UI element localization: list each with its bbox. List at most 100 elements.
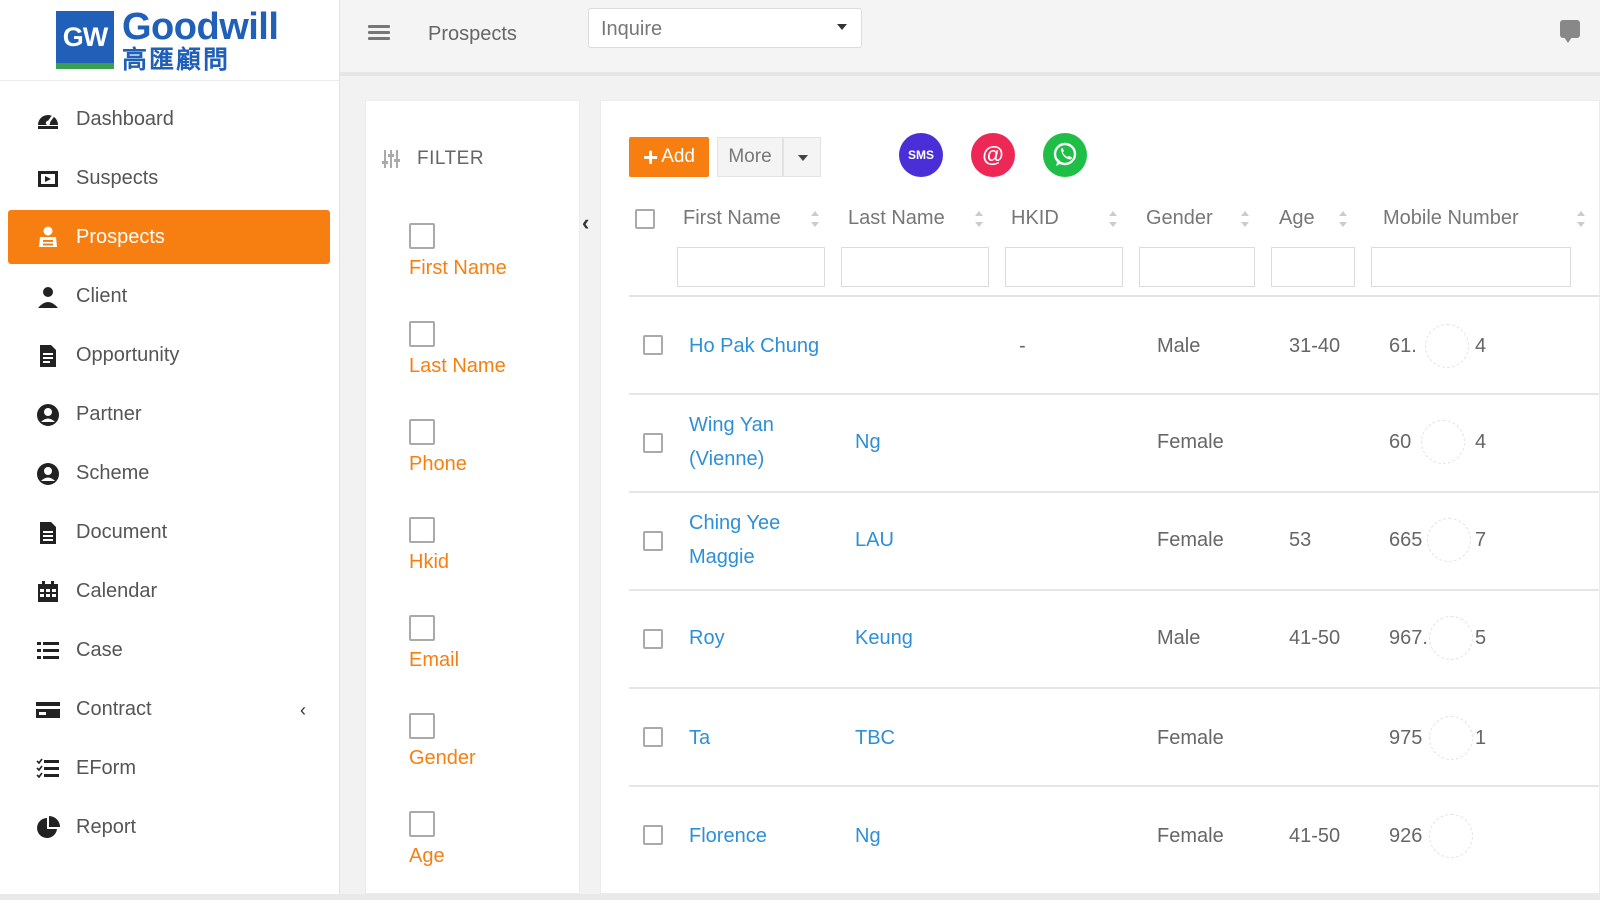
checklist-icon [34, 755, 62, 783]
sidebar-item-scheme[interactable]: Scheme [0, 444, 339, 503]
first-name-filter-input[interactable] [677, 247, 825, 287]
last-name-cell[interactable]: Ng [855, 819, 995, 853]
horizontal-scrollbar[interactable] [0, 894, 1600, 900]
filter-option-label[interactable]: Last Name [409, 355, 569, 378]
row-checkbox[interactable] [643, 531, 663, 551]
sidebar-item-label: Contract [76, 698, 152, 720]
table-row[interactable]: Ta TBC Female 975 1 [629, 689, 1599, 787]
filter-checkbox[interactable] [409, 419, 435, 445]
filter-option-label[interactable]: Email [409, 649, 569, 672]
row-checkbox[interactable] [643, 433, 663, 453]
sms-icon: SMS [907, 148, 934, 162]
chat-icon[interactable] [1560, 20, 1580, 43]
collapse-filter-chevron-icon[interactable]: ‹ [582, 210, 596, 240]
sidebar-nav: Dashboard Suspects Prospects Client Oppo… [0, 90, 339, 877]
mobile-number-filter-input[interactable] [1371, 247, 1571, 287]
logo-divider [0, 80, 339, 81]
table-row[interactable]: Ho Pak Chung - Male 31-40 61. 4 [629, 297, 1599, 395]
column-header-age[interactable]: Age [1279, 207, 1315, 230]
sort-icon[interactable] [1241, 211, 1249, 227]
top-bar: Prospects Inquire [340, 0, 1600, 76]
sort-icon[interactable] [1339, 211, 1347, 227]
last-name-cell[interactable]: LAU [855, 523, 995, 557]
first-name-cell[interactable]: Wing Yan (Vienne) [689, 408, 829, 476]
table-row[interactable]: Wing Yan (Vienne) Ng Female 60 4 [629, 395, 1599, 493]
gender-filter-input[interactable] [1139, 247, 1255, 287]
last-name-cell[interactable]: TBC [855, 721, 995, 755]
age-filter-input[interactable] [1271, 247, 1355, 287]
filter-option-first-name: First Name [409, 223, 569, 280]
filter-checkbox[interactable] [409, 713, 435, 739]
first-name-cell[interactable]: Ho Pak Chung [689, 329, 839, 363]
hamburger-menu-icon[interactable] [368, 22, 390, 44]
column-header-last-name[interactable]: Last Name [848, 207, 945, 230]
sidebar-item-contract[interactable]: Contract ‹ [0, 680, 339, 739]
sort-icon[interactable] [1577, 211, 1585, 227]
filter-option-label[interactable]: Phone [409, 453, 569, 476]
filter-checkbox[interactable] [409, 321, 435, 347]
sms-button[interactable]: SMS [899, 133, 943, 177]
filter-option-label[interactable]: Gender [409, 747, 569, 770]
filter-sliders-icon [381, 149, 403, 169]
mode-select[interactable]: Inquire [588, 8, 862, 48]
first-name-cell[interactable]: Florence [689, 819, 829, 853]
filter-option-label[interactable]: Hkid [409, 551, 569, 574]
filter-checkbox[interactable] [409, 223, 435, 249]
sidebar-item-label: Partner [76, 403, 142, 425]
table-row[interactable]: Florence Ng Female 41-50 926 [629, 787, 1599, 885]
more-button-label: More [728, 146, 772, 167]
hkid-filter-input[interactable] [1005, 247, 1123, 287]
sidebar-item-prospects[interactable]: Prospects [8, 210, 330, 264]
email-button[interactable]: @ [971, 133, 1015, 177]
add-button[interactable]: + Add [629, 137, 709, 177]
sidebar-item-document[interactable]: Document [0, 503, 339, 562]
row-checkbox[interactable] [643, 825, 663, 845]
sidebar-item-label: Client [76, 285, 128, 307]
brand-logo[interactable]: GW Goodwill 高匯顧問 [56, 4, 279, 76]
more-dropdown-toggle[interactable] [783, 137, 821, 177]
sort-icon[interactable] [975, 211, 983, 227]
whatsapp-button[interactable] [1043, 133, 1087, 177]
gender-cell: Female [1157, 529, 1224, 551]
first-name-cell[interactable]: Roy [689, 621, 829, 655]
gender-cell: Male [1157, 335, 1201, 357]
row-checkbox[interactable] [643, 629, 663, 649]
row-checkbox[interactable] [643, 727, 663, 747]
mobile-number-prefix: 61. [1389, 335, 1417, 357]
list-icon [34, 637, 62, 665]
filter-checkbox[interactable] [409, 615, 435, 641]
sidebar-item-calendar[interactable]: Calendar [0, 562, 339, 621]
filter-checkbox[interactable] [409, 811, 435, 837]
last-name-cell[interactable]: Ng [855, 425, 995, 459]
chevron-left-icon[interactable]: ‹ [300, 700, 306, 721]
sidebar-item-eform[interactable]: EForm [0, 739, 339, 798]
sidebar-item-partner[interactable]: Partner [0, 385, 339, 444]
sidebar-item-opportunity[interactable]: Opportunity [0, 326, 339, 385]
first-name-cell[interactable]: Ta [689, 721, 829, 755]
more-button[interactable]: More [717, 137, 783, 177]
filter-option-label[interactable]: First Name [409, 257, 569, 280]
plus-icon: + [643, 142, 659, 172]
column-header-hkid[interactable]: HKID [1011, 207, 1059, 230]
table-row[interactable]: Ching Yee Maggie LAU Female 53 665 7 [629, 493, 1599, 591]
logo-mark: GW [56, 11, 114, 69]
column-header-first-name[interactable]: First Name [683, 207, 781, 230]
redaction-mask [1421, 420, 1465, 464]
sort-icon[interactable] [811, 211, 819, 227]
sidebar-item-dashboard[interactable]: Dashboard [0, 90, 339, 149]
last-name-cell[interactable]: Keung [855, 621, 995, 655]
filter-option-label[interactable]: Age [409, 845, 569, 868]
column-header-gender[interactable]: Gender [1146, 207, 1213, 230]
row-checkbox[interactable] [643, 335, 663, 355]
sidebar-item-report[interactable]: Report [0, 798, 339, 857]
filter-checkbox[interactable] [409, 517, 435, 543]
table-row[interactable]: Roy Keung Male 41-50 967. 5 [629, 591, 1599, 689]
sidebar-item-suspects[interactable]: Suspects [0, 149, 339, 208]
sort-icon[interactable] [1109, 211, 1117, 227]
first-name-cell[interactable]: Ching Yee Maggie [689, 506, 819, 574]
last-name-filter-input[interactable] [841, 247, 989, 287]
sidebar-item-case[interactable]: Case [0, 621, 339, 680]
select-all-checkbox[interactable] [635, 209, 655, 229]
sidebar-item-client[interactable]: Client [0, 267, 339, 326]
column-header-mobile-number[interactable]: Mobile Number [1383, 207, 1519, 230]
